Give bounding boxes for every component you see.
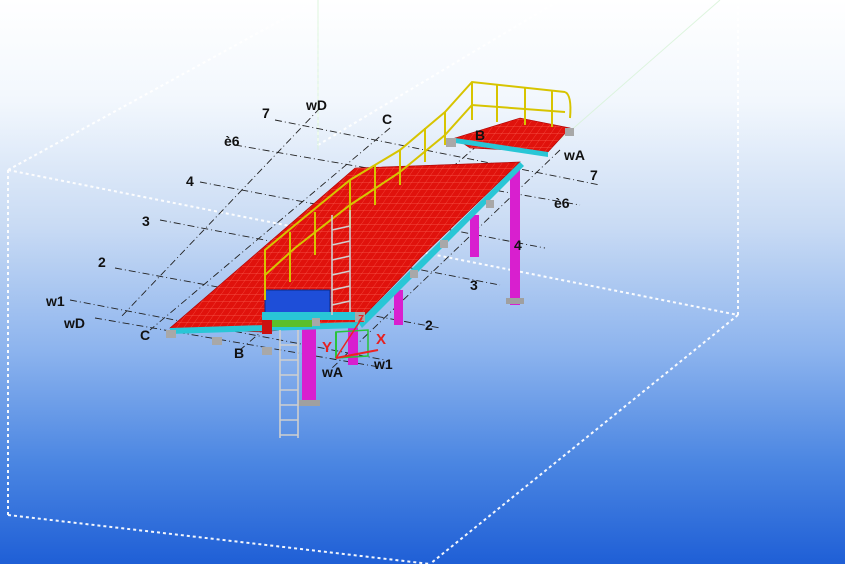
grid-label-6-right: è6 — [554, 195, 570, 211]
grid-label-3: 3 — [142, 213, 150, 229]
grid-label-7: 7 — [262, 105, 270, 121]
grid-label-2-right: 2 — [425, 317, 433, 333]
model-scene[interactable]: 7 wD C è6 4 3 2 w1 wD C B B wA 7 è6 4 3 … — [0, 0, 845, 564]
grid-label-7-right: 7 — [590, 167, 598, 183]
upper-platform — [446, 117, 574, 157]
axis-y-label: Y — [322, 339, 332, 356]
grid-label-B-top: B — [475, 127, 485, 143]
axis-x-label: X — [376, 331, 386, 348]
main-platform — [166, 161, 524, 355]
grid-label-C-top: C — [382, 111, 392, 127]
grid-label-wA-top: wA — [563, 147, 585, 163]
column-base — [298, 400, 320, 406]
grid-label-4: 4 — [186, 173, 194, 189]
grid-label-w1-right: w1 — [373, 356, 393, 372]
blue-hatch — [264, 289, 331, 316]
grid-label-2: 2 — [98, 254, 106, 270]
grid-label-B: B — [234, 345, 244, 361]
column — [394, 290, 403, 325]
column-base — [506, 298, 524, 304]
grid-label-wD-top: wD — [305, 97, 327, 113]
grid-label-w1: w1 — [45, 293, 65, 309]
ladder-lower — [279, 330, 299, 438]
column — [302, 322, 316, 406]
grid-label-wD: wD — [63, 315, 85, 331]
column — [470, 215, 479, 257]
model-viewport[interactable]: 7 wD C è6 4 3 2 w1 wD C B B wA 7 è6 4 3 … — [0, 0, 845, 564]
axis-z-label: Z — [358, 314, 364, 325]
grid-label-C: C — [140, 327, 150, 343]
grid-label-wA: wA — [321, 364, 343, 380]
grid-label-3-right: 3 — [470, 277, 478, 293]
grid-label-4-right: 4 — [514, 237, 522, 253]
grid-label-6: è6 — [224, 133, 240, 149]
